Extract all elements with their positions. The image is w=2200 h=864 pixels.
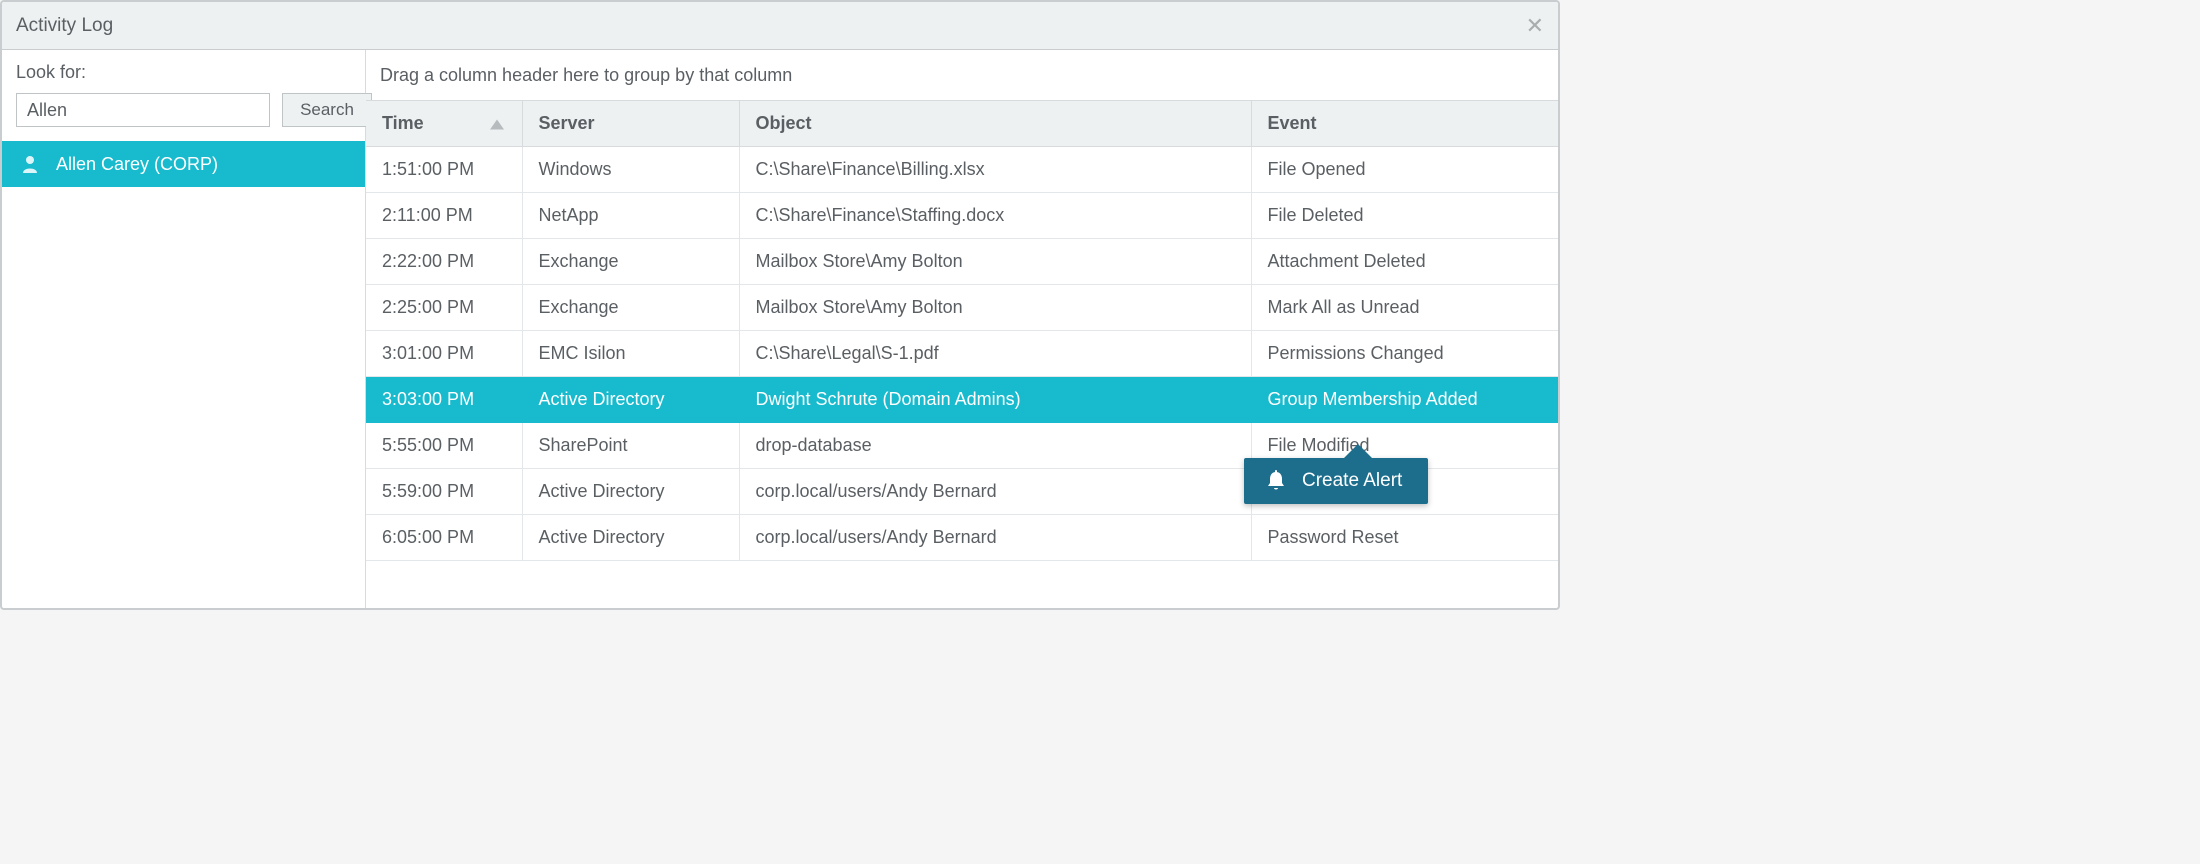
- bell-icon: [1266, 470, 1286, 492]
- table-row[interactable]: 1:51:00 PMWindowsC:\Share\Finance\Billin…: [366, 147, 1558, 193]
- cell-server: Active Directory: [522, 469, 739, 515]
- search-result-label: Allen Carey (CORP): [56, 154, 218, 175]
- cell-time: 5:59:00 PM: [366, 469, 522, 515]
- table-row[interactable]: 2:25:00 PMExchangeMailbox Store\Amy Bolt…: [366, 285, 1558, 331]
- cell-server: NetApp: [522, 193, 739, 239]
- search-input[interactable]: [16, 93, 270, 127]
- col-header-time[interactable]: Time: [366, 101, 522, 147]
- close-icon[interactable]: ✕: [1526, 15, 1544, 37]
- cell-object: Dwight Schrute (Domain Admins): [739, 377, 1251, 423]
- look-for-label: Look for:: [16, 62, 351, 83]
- titlebar: Activity Log ✕: [2, 2, 1558, 50]
- cell-server: SharePoint: [522, 423, 739, 469]
- cell-object: drop-database: [739, 423, 1251, 469]
- cell-object: C:\Share\Finance\Billing.xlsx: [739, 147, 1251, 193]
- window-body: Look for: Search Allen Carey (CORP) Drag…: [2, 50, 1558, 608]
- col-header-event-label: Event: [1268, 113, 1317, 133]
- search-result-item[interactable]: Allen Carey (CORP): [2, 141, 365, 187]
- cell-event: Group Membership Added: [1251, 377, 1558, 423]
- col-header-object[interactable]: Object: [739, 101, 1251, 147]
- sort-asc-icon: [490, 113, 504, 134]
- cell-time: 6:05:00 PM: [366, 515, 522, 561]
- cell-time: 2:22:00 PM: [366, 239, 522, 285]
- grid-header-row: Time Server Object: [366, 101, 1558, 147]
- cell-object: C:\Share\Legal\S-1.pdf: [739, 331, 1251, 377]
- cell-object: C:\Share\Finance\Staffing.docx: [739, 193, 1251, 239]
- col-header-object-label: Object: [756, 113, 812, 133]
- cell-object: corp.local/users/Andy Bernard: [739, 515, 1251, 561]
- person-icon: [22, 155, 38, 173]
- cell-time: 3:01:00 PM: [366, 331, 522, 377]
- cell-object: Mailbox Store\Amy Bolton: [739, 239, 1251, 285]
- cell-server: Active Directory: [522, 377, 739, 423]
- cell-object: corp.local/users/Andy Bernard: [739, 469, 1251, 515]
- cell-time: 1:51:00 PM: [366, 147, 522, 193]
- create-alert-label: Create Alert: [1302, 470, 1402, 492]
- cell-event: File Opened: [1251, 147, 1558, 193]
- cell-time: 3:03:00 PM: [366, 377, 522, 423]
- cell-server: EMC Isilon: [522, 331, 739, 377]
- table-row[interactable]: 2:22:00 PMExchangeMailbox Store\Amy Bolt…: [366, 239, 1558, 285]
- window-title: Activity Log: [16, 15, 113, 37]
- group-by-hint[interactable]: Drag a column header here to group by th…: [366, 50, 1558, 100]
- col-header-event[interactable]: Event: [1251, 101, 1558, 147]
- cell-event: Mark All as Unread: [1251, 285, 1558, 331]
- cell-time: 2:11:00 PM: [366, 193, 522, 239]
- cell-event: Attachment Deleted: [1251, 239, 1558, 285]
- table-row[interactable]: 3:03:00 PMActive DirectoryDwight Schrute…: [366, 377, 1558, 423]
- cell-object: Mailbox Store\Amy Bolton: [739, 285, 1251, 331]
- cell-time: 5:55:00 PM: [366, 423, 522, 469]
- cell-event: File Deleted: [1251, 193, 1558, 239]
- sidebar: Look for: Search Allen Carey (CORP): [2, 50, 366, 608]
- col-header-time-label: Time: [382, 113, 424, 133]
- cell-server: Windows: [522, 147, 739, 193]
- cell-event: Password Reset: [1251, 515, 1558, 561]
- table-row[interactable]: 3:01:00 PMEMC IsilonC:\Share\Legal\S-1.p…: [366, 331, 1558, 377]
- search-row: Search: [16, 93, 351, 127]
- table-row[interactable]: 2:11:00 PMNetAppC:\Share\Finance\Staffin…: [366, 193, 1558, 239]
- grid-wrap: Time Server Object: [366, 100, 1558, 608]
- table-row[interactable]: 6:05:00 PMActive Directorycorp.local/use…: [366, 515, 1558, 561]
- create-alert-popover[interactable]: Create Alert: [1244, 458, 1428, 504]
- cell-time: 2:25:00 PM: [366, 285, 522, 331]
- search-area: Look for: Search: [2, 50, 365, 141]
- col-header-server-label: Server: [539, 113, 595, 133]
- search-button[interactable]: Search: [282, 93, 372, 127]
- cell-server: Exchange: [522, 285, 739, 331]
- cell-server: Active Directory: [522, 515, 739, 561]
- cell-server: Exchange: [522, 239, 739, 285]
- col-header-server[interactable]: Server: [522, 101, 739, 147]
- main-panel: Drag a column header here to group by th…: [366, 50, 1558, 608]
- activity-log-window: Activity Log ✕ Look for: Search Allen Ca: [0, 0, 1560, 610]
- cell-event: Permissions Changed: [1251, 331, 1558, 377]
